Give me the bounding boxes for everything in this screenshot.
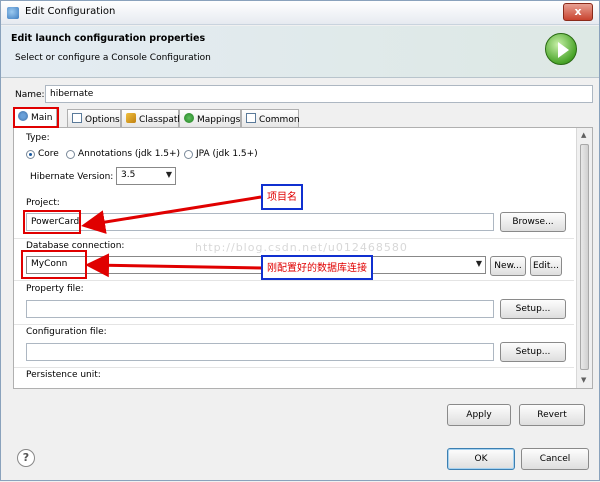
project-note: 项目名 xyxy=(261,184,303,210)
cancel-button[interactable]: Cancel xyxy=(521,448,589,470)
ok-button[interactable]: OK xyxy=(447,448,515,470)
connection-arrow xyxy=(85,253,264,278)
connection-note: 刚配置好的数据库连接 xyxy=(261,255,373,280)
help-icon[interactable]: ? xyxy=(17,449,35,467)
edit-configuration-dialog: Edit Configuration x Edit launch configu… xyxy=(0,0,600,481)
apply-button[interactable]: Apply xyxy=(447,404,511,426)
project-arrow xyxy=(81,195,262,234)
revert-button[interactable]: Revert xyxy=(519,404,585,426)
